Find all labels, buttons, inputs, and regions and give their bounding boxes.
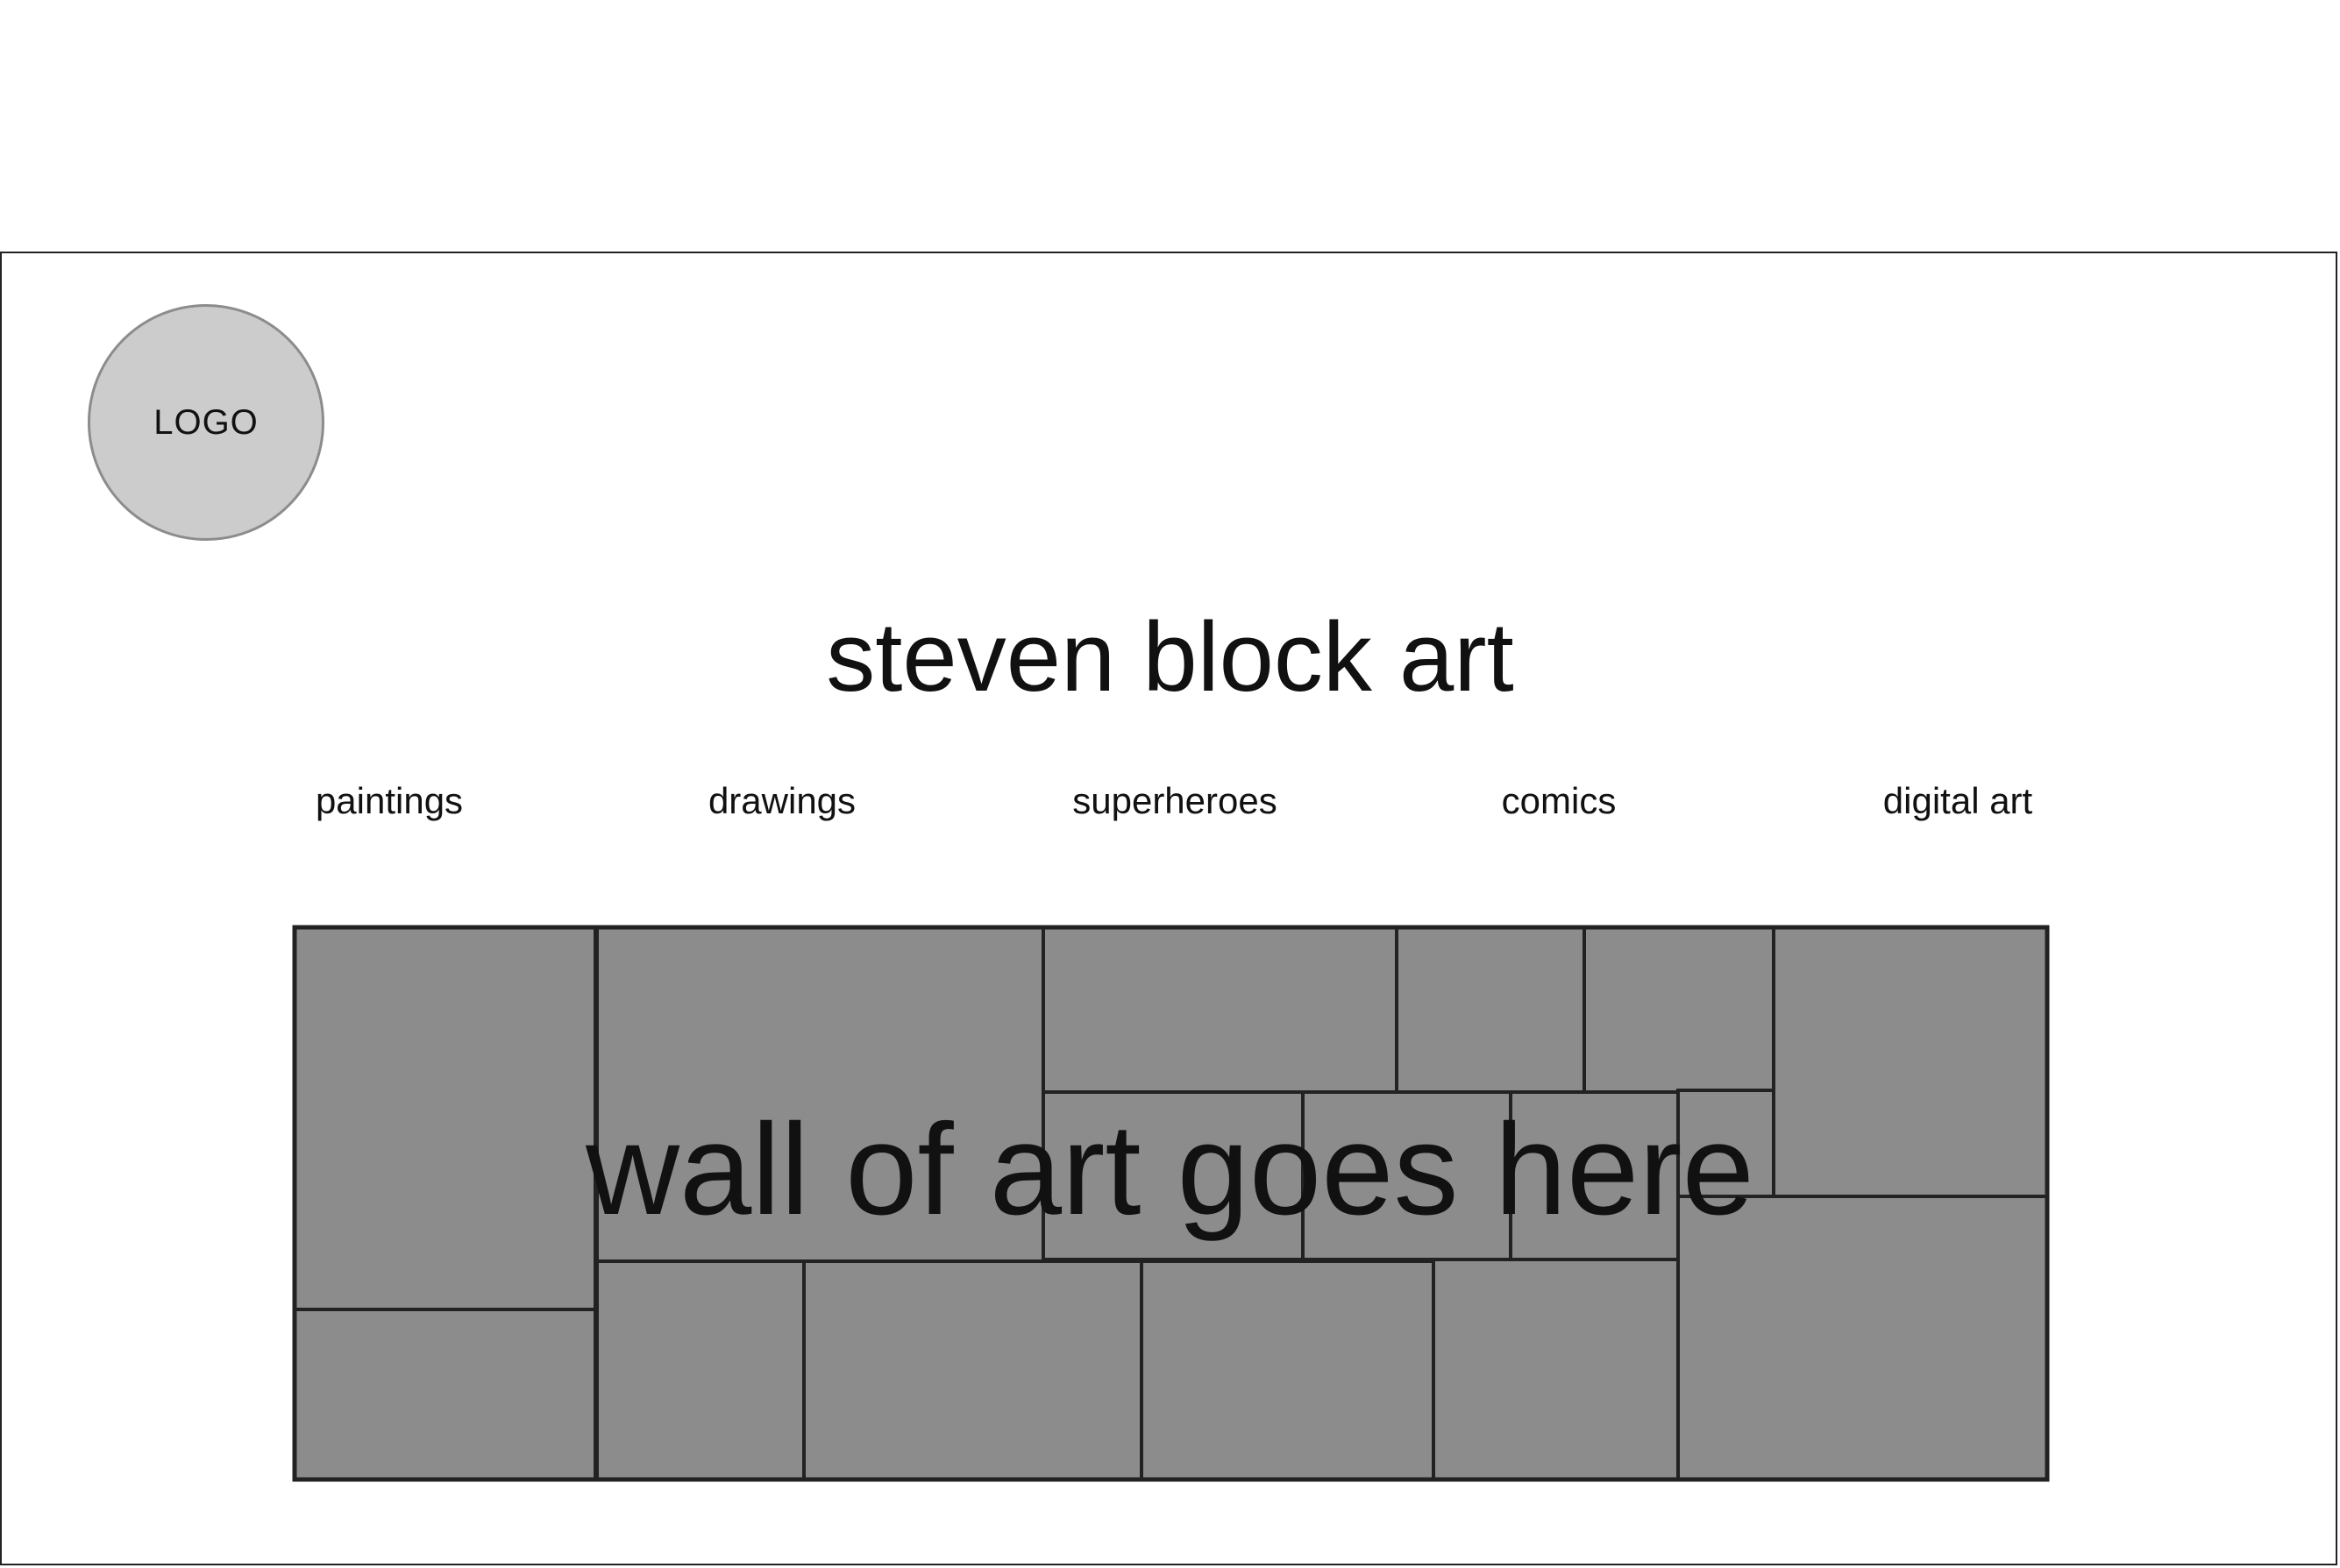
art-tile[interactable] [1042,926,1398,1094]
art-tile[interactable] [1395,926,1586,1094]
art-tile[interactable] [1140,1259,1435,1481]
art-wall [292,925,2050,1482]
art-tile[interactable] [293,1308,597,1481]
art-wall-tiles [293,926,2049,1481]
art-tile[interactable] [595,1259,806,1481]
art-tile[interactable] [1432,1258,1680,1481]
art-tile[interactable] [1676,1195,2049,1481]
art-tile[interactable] [1772,926,2049,1198]
art-tile[interactable] [802,1259,1143,1481]
art-tile[interactable] [1301,1090,1512,1261]
art-tile[interactable] [1042,1090,1305,1261]
art-tile[interactable] [1583,926,1775,1094]
art-tile[interactable] [595,926,1045,1263]
art-tile[interactable] [293,926,597,1311]
art-tile[interactable] [1509,1090,1680,1261]
